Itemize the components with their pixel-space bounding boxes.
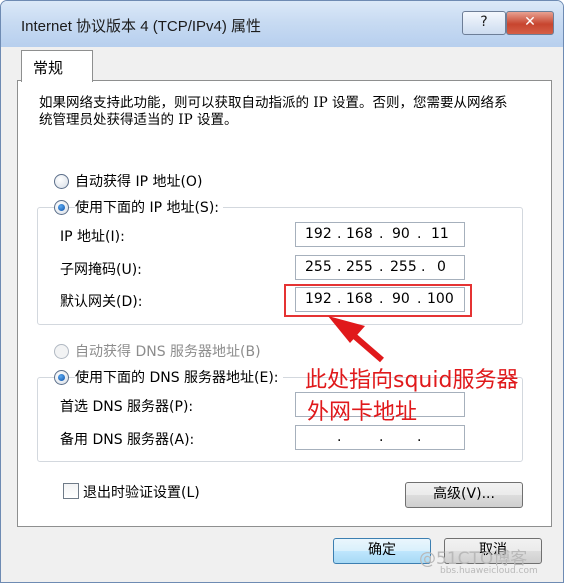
annotation-arrow: [328, 316, 384, 363]
watermark-subtext: bbs.huaweicloud.com: [440, 566, 538, 576]
annotation-line-2: 外网卡地址: [307, 400, 418, 425]
tab-general-label: 常规: [33, 59, 64, 77]
annotation-line-1: 此处指向squid服务器: [305, 368, 519, 393]
tab-general[interactable]: 常规: [21, 50, 93, 82]
